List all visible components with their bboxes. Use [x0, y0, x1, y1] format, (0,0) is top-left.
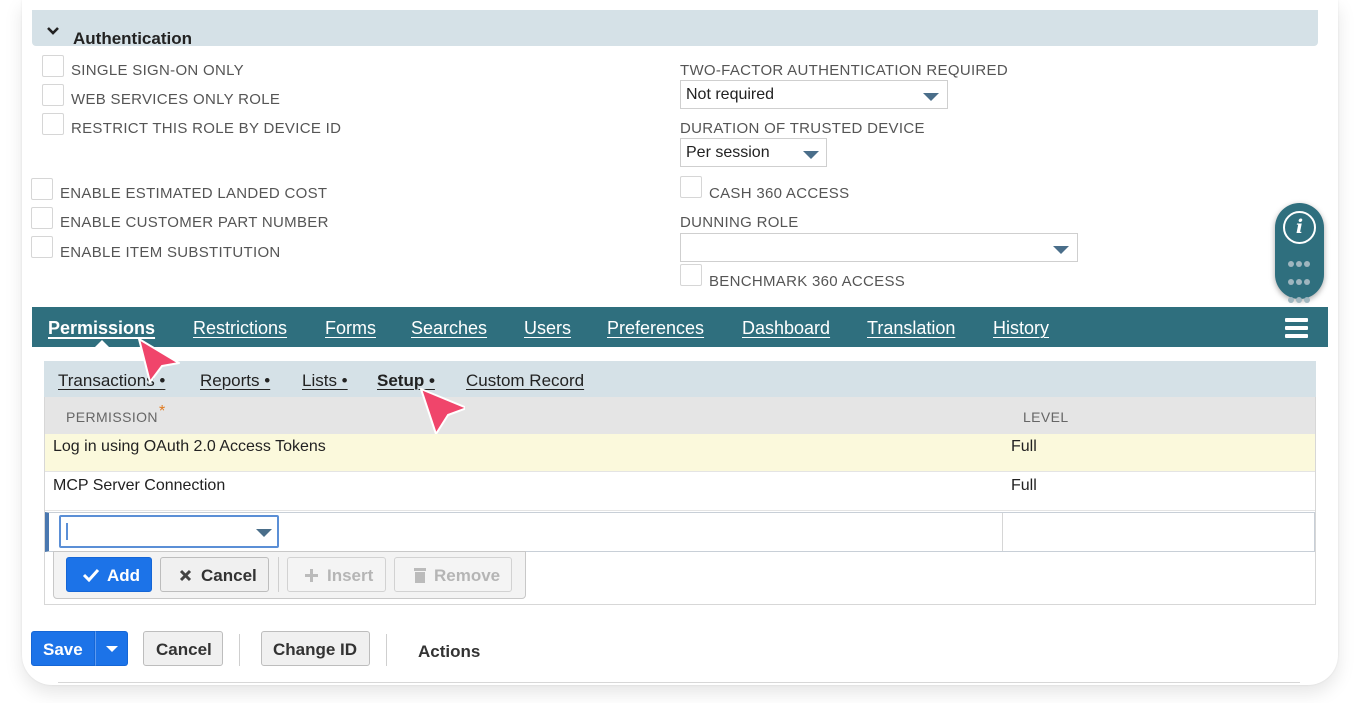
landed-cost-label: ENABLE ESTIMATED LANDED COST — [60, 185, 328, 202]
permission-cell: MCP Server Connection — [53, 477, 226, 494]
chevron-down-icon — [47, 27, 59, 35]
change-id-label: Change ID — [273, 640, 358, 659]
remove-button[interactable]: Remove — [394, 557, 512, 592]
save-button[interactable]: Save — [31, 631, 95, 666]
help-widget[interactable]: i — [1275, 203, 1324, 303]
section-title: Authentication — [73, 29, 192, 48]
tab-history[interactable]: History — [993, 318, 1049, 339]
item-substitution-label: ENABLE ITEM SUBSTITUTION — [60, 244, 281, 261]
cancel-row-label: Cancel — [201, 566, 257, 585]
trusted-device-select[interactable]: Per session — [680, 138, 827, 167]
web-services-only-checkbox[interactable] — [42, 84, 64, 106]
button-separator — [278, 557, 279, 592]
change-id-button[interactable]: Change ID — [261, 631, 370, 666]
customer-part-number-label: ENABLE CUSTOMER PART NUMBER — [60, 214, 329, 231]
benchmark-360-checkbox[interactable] — [680, 264, 702, 286]
column-header-level[interactable]: LEVEL — [1023, 409, 1069, 425]
cash-360-label: CASH 360 ACCESS — [709, 185, 850, 202]
trusted-device-value: Per session — [686, 144, 770, 161]
text-caret — [66, 523, 68, 540]
single-sign-on-label: SINGLE SIGN-ON ONLY — [71, 62, 244, 79]
info-icon[interactable]: i — [1283, 211, 1316, 244]
dropdown-triangle-icon — [1053, 246, 1069, 254]
plus-icon — [305, 569, 318, 582]
add-label: Add — [107, 566, 141, 585]
table-row[interactable]: Log in using OAuth 2.0 Access Tokens Ful… — [45, 434, 1315, 472]
button-separator — [239, 634, 240, 666]
active-tab-caret — [95, 340, 109, 347]
two-factor-label: TWO-FACTOR AUTHENTICATION REQUIRED — [680, 62, 1008, 79]
trusted-device-label: DURATION OF TRUSTED DEVICE — [680, 120, 925, 137]
tab-users[interactable]: Users — [524, 318, 571, 339]
customer-part-number-checkbox[interactable] — [31, 207, 53, 229]
single-sign-on-checkbox[interactable] — [42, 55, 64, 77]
dunning-role-select[interactable] — [680, 233, 1078, 262]
dunning-role-label: DUNNING ROLE — [680, 214, 799, 231]
tab-dashboard[interactable]: Dashboard — [742, 318, 830, 339]
cash-360-checkbox[interactable] — [680, 176, 702, 198]
save-label: Save — [43, 640, 83, 659]
tab-translation[interactable]: Translation — [867, 318, 955, 339]
subtab-reports[interactable]: Reports • — [200, 371, 270, 391]
column-header-permission[interactable]: PERMISSION — [66, 409, 158, 425]
tab-restrictions[interactable]: Restrictions — [193, 318, 287, 339]
add-button[interactable]: Add — [66, 557, 152, 592]
hamburger-menu-icon[interactable] — [1285, 318, 1308, 339]
cancel-label: Cancel — [156, 640, 212, 659]
chevron-down-icon — [106, 646, 118, 652]
authentication-section-header[interactable]: Authentication — [32, 10, 1318, 48]
cursor-arrow-icon — [420, 388, 465, 434]
table-header: PERMISSION * LEVEL — [45, 397, 1315, 434]
button-separator — [386, 634, 387, 666]
subtab-lists[interactable]: Lists • — [302, 371, 348, 391]
dots-grid-icon[interactable] — [1287, 255, 1313, 309]
actions-menu[interactable]: Actions — [418, 642, 480, 662]
two-factor-value: Not required — [686, 86, 775, 103]
dropdown-triangle-icon — [923, 93, 939, 101]
x-icon — [179, 569, 192, 582]
web-services-only-label: WEB SERVICES ONLY ROLE — [71, 91, 281, 108]
insert-label: Insert — [327, 566, 374, 585]
tab-forms[interactable]: Forms — [325, 318, 376, 339]
trash-icon — [414, 568, 426, 583]
dropdown-triangle-icon — [803, 151, 819, 159]
cancel-button[interactable]: Cancel — [143, 631, 223, 666]
subtab-bar: Permissions Restrictions Forms Searches … — [32, 307, 1328, 347]
footer-divider — [58, 682, 1300, 683]
check-icon — [82, 568, 100, 582]
permission-subtabs: Transactions • Reports • Lists • Setup •… — [44, 361, 1316, 397]
restrict-device-id-checkbox[interactable] — [42, 113, 64, 135]
required-marker: * — [159, 403, 166, 420]
save-dropdown-button[interactable] — [95, 631, 128, 666]
permission-select-input[interactable] — [59, 515, 279, 548]
tab-preferences[interactable]: Preferences — [607, 318, 704, 339]
cursor-arrow-icon — [138, 338, 180, 383]
subtab-custom-record[interactable]: Custom Record — [466, 371, 584, 391]
tab-searches[interactable]: Searches — [411, 318, 487, 339]
insert-button[interactable]: Insert — [287, 557, 386, 592]
permission-cell: Log in using OAuth 2.0 Access Tokens — [53, 438, 326, 455]
table-row[interactable]: MCP Server Connection Full — [45, 473, 1315, 511]
item-substitution-checkbox[interactable] — [31, 236, 53, 258]
level-cell: Full — [1011, 438, 1037, 455]
remove-label: Remove — [434, 566, 501, 585]
two-factor-select[interactable]: Not required — [680, 80, 948, 109]
restrict-device-id-label: RESTRICT THIS ROLE BY DEVICE ID — [71, 120, 342, 137]
dropdown-triangle-icon — [256, 529, 272, 537]
cancel-row-button[interactable]: Cancel — [160, 557, 269, 592]
benchmark-360-label: BENCHMARK 360 ACCESS — [709, 273, 906, 290]
landed-cost-checkbox[interactable] — [31, 178, 53, 200]
level-cell: Full — [1011, 477, 1037, 494]
edit-row-divider — [1002, 513, 1003, 551]
